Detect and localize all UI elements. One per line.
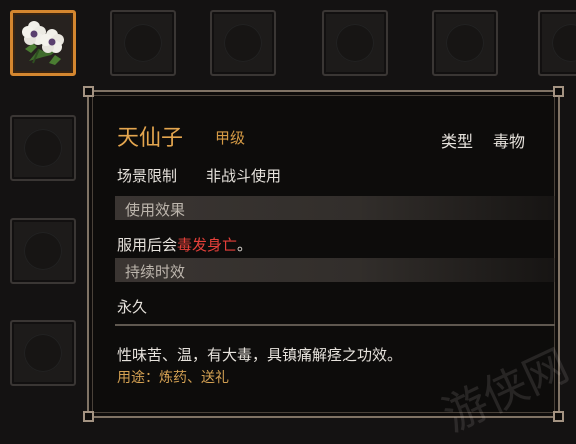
inventory-slot[interactable] xyxy=(210,10,276,76)
inventory-slot[interactable] xyxy=(10,320,76,386)
duration-header: 持续时效 xyxy=(125,263,186,281)
item-name: 天仙子 xyxy=(117,126,184,151)
inventory-slot[interactable] xyxy=(10,115,76,181)
frame-corner xyxy=(83,411,94,422)
effect-suffix: 。 xyxy=(237,236,253,254)
inventory-slot[interactable] xyxy=(110,10,176,76)
slot-well xyxy=(124,24,162,62)
effect-highlight: 毒发身亡 xyxy=(177,236,238,254)
item-type-label: 类型 xyxy=(441,132,474,151)
slot-well xyxy=(336,24,374,62)
slot-well xyxy=(224,24,262,62)
slot-well xyxy=(446,24,484,62)
frame-corner xyxy=(553,86,564,97)
duration-value: 永久 xyxy=(117,298,148,316)
effect-text: 服用后会毒发身亡。 xyxy=(117,234,252,255)
item-grade: 甲级 xyxy=(215,129,246,147)
effect-header: 使用效果 xyxy=(125,201,186,219)
slot-well xyxy=(552,24,576,62)
inventory-slot[interactable] xyxy=(322,10,388,76)
divider xyxy=(115,324,555,326)
inventory-slot-selected[interactable] xyxy=(10,10,76,76)
slot-well xyxy=(24,232,62,270)
duration-header-band: 持续时效 xyxy=(115,258,555,282)
item-type-value: 毒物 xyxy=(493,132,526,151)
inventory-slot[interactable] xyxy=(538,10,576,76)
slot-well xyxy=(24,129,62,167)
item-usage: 用途：炼药、送礼 xyxy=(117,370,229,386)
inventory-slot[interactable] xyxy=(432,10,498,76)
effect-header-band: 使用效果 xyxy=(115,196,555,220)
scene-limit-value: 非战斗使用 xyxy=(206,167,282,185)
scene-limit-label: 场景限制 xyxy=(117,167,178,185)
white-flower-icon xyxy=(22,21,64,65)
slot-well xyxy=(24,334,62,372)
effect-prefix: 服用后会 xyxy=(117,236,178,254)
frame-corner xyxy=(553,411,564,422)
frame-corner xyxy=(83,86,94,97)
inventory-slot[interactable] xyxy=(10,218,76,284)
item-description: 性味苦、温，有大毒，具镇痛解痉之功效。 xyxy=(117,346,403,364)
